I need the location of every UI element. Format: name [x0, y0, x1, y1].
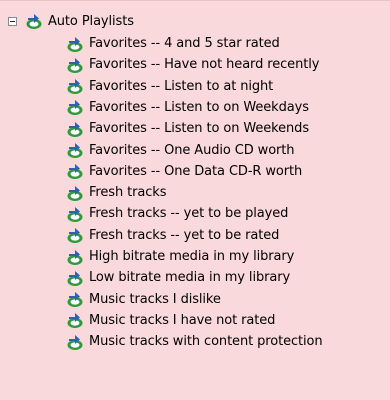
auto-playlist-icon — [67, 143, 83, 158]
auto-playlist-icon — [67, 206, 83, 222]
auto-playlist-item-label: Favorites -- 4 and 5 star rated — [89, 36, 280, 51]
auto-playlist-icon — [67, 57, 83, 73]
auto-playlist-item[interactable]: Low bitrate media in my library — [66, 267, 290, 289]
auto-playlist-item[interactable]: Music tracks I have not rated — [66, 309, 275, 331]
auto-playlist-icon — [67, 313, 83, 329]
auto-playlist-item[interactable]: Fresh tracks -- yet to be rated — [66, 224, 279, 246]
auto-playlist-item-label: High bitrate media in my library — [89, 249, 295, 264]
auto-playlist-item[interactable]: Favorites -- One Data CD-R worth — [66, 160, 302, 182]
auto-playlist-item[interactable]: Favorites -- Listen to on Weekdays — [66, 96, 309, 118]
auto-playlist-item[interactable]: Fresh tracks -- yet to be played — [66, 203, 288, 225]
auto-playlist-item[interactable]: Music tracks with content protection — [66, 331, 323, 353]
auto-playlist-item[interactable]: Fresh tracks — [66, 182, 166, 204]
auto-playlist-item-label: Fresh tracks — [89, 185, 167, 201]
auto-playlist-icon — [67, 185, 83, 201]
auto-playlist-icon — [67, 270, 83, 286]
auto-playlist-icon — [67, 292, 83, 308]
auto-playlist-item-label: Music tracks with content protection — [89, 334, 323, 350]
auto-playlist-item-label: Low bitrate media in my library — [89, 270, 291, 286]
auto-playlist-icon — [67, 121, 83, 137]
auto-playlist-item[interactable]: Music tracks I dislike — [66, 288, 221, 310]
collapse-minus-icon[interactable] — [8, 16, 17, 26]
auto-playlist-item-label: Favorites -- One Data CD-R worth — [89, 163, 303, 179]
auto-playlist-item-label: Favorites -- One Audio CD worth — [89, 142, 295, 158]
auto-playlist-item[interactable]: Favorites -- Have not heard recently — [66, 54, 319, 76]
auto-playlist-item-label: Favorites -- Listen to on Weekends — [89, 121, 309, 137]
auto-playlist-item-label: Music tracks I have not rated — [89, 312, 276, 328]
auto-playlist-item-label: Music tracks I dislike — [89, 291, 221, 307]
auto-playlist-item[interactable]: Favorites -- Listen to on Weekends — [66, 118, 309, 140]
auto-playlist-item[interactable]: Favorites -- One Audio CD worth — [66, 139, 295, 161]
auto-playlist-item[interactable]: Favorites -- Listen to at night — [66, 75, 273, 97]
auto-playlist-item-label: Favorites -- Listen to on Weekdays — [89, 99, 309, 115]
auto-playlist-icon — [67, 334, 83, 350]
auto-playlist-icon — [67, 249, 83, 265]
auto-playlist-icon — [67, 79, 83, 95]
auto-playlist-icon — [67, 164, 83, 180]
auto-playlist-item-label: Fresh tracks -- yet to be rated — [89, 227, 280, 243]
tree-node-auto-playlists[interactable]: Auto Playlists — [8, 10, 134, 32]
auto-playlist-icon — [67, 228, 83, 244]
auto-playlist-icon — [26, 14, 42, 29]
auto-playlist-item[interactable]: High bitrate media in my library — [66, 246, 294, 268]
auto-playlist-icon — [67, 100, 83, 116]
auto-playlist-item-label: Favorites -- Have not heard recently — [89, 57, 320, 73]
auto-playlist-item-label: Fresh tracks -- yet to be played — [89, 206, 289, 222]
tree-node-label: Auto Playlists — [48, 13, 134, 29]
auto-playlist-icon — [67, 36, 83, 52]
auto-playlists-tree: Auto Playlists Favorites -- 4 and 5 star… — [0, 0, 390, 400]
auto-playlist-item[interactable]: Favorites -- 4 and 5 star rated — [66, 33, 280, 55]
auto-playlist-item-label: Favorites -- Listen to at night — [89, 78, 274, 94]
